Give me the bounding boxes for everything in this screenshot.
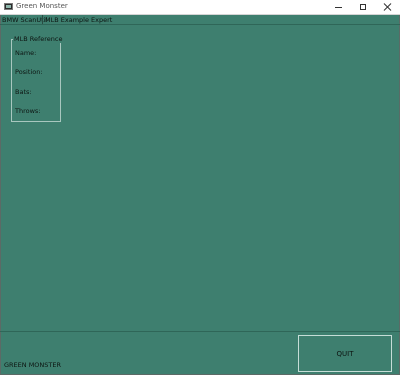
menu-item-bmw-scanutil[interactable]: BMW ScanUtil — [2, 16, 47, 24]
title-bar: Green Monster — [0, 0, 400, 15]
menu-bar-divider — [0, 24, 400, 25]
maximize-button[interactable] — [352, 0, 374, 14]
window-title: Green Monster — [16, 2, 68, 10]
close-button[interactable] — [377, 0, 399, 14]
minimize-button[interactable] — [327, 0, 349, 14]
groupbox-title: MLB Reference — [13, 35, 64, 43]
menu-separator — [42, 15, 43, 24]
position-label: Position: — [15, 68, 43, 76]
maximize-icon — [360, 4, 366, 10]
app-window-icon — [4, 3, 13, 10]
quit-button[interactable]: QUIT — [298, 335, 392, 372]
throws-label: Throws: — [15, 107, 41, 115]
footer-divider — [0, 331, 400, 332]
minimize-icon — [334, 6, 342, 8]
status-label: GREEN MONSTER — [4, 361, 62, 369]
menu-bar: BMW ScanUtil MLB Example Expert — [0, 15, 400, 24]
close-icon — [384, 3, 392, 11]
name-label: Name: — [15, 49, 37, 57]
menu-item-mlb-example-expert[interactable]: MLB Example Expert — [45, 16, 112, 24]
bats-label: Bats: — [15, 88, 32, 96]
